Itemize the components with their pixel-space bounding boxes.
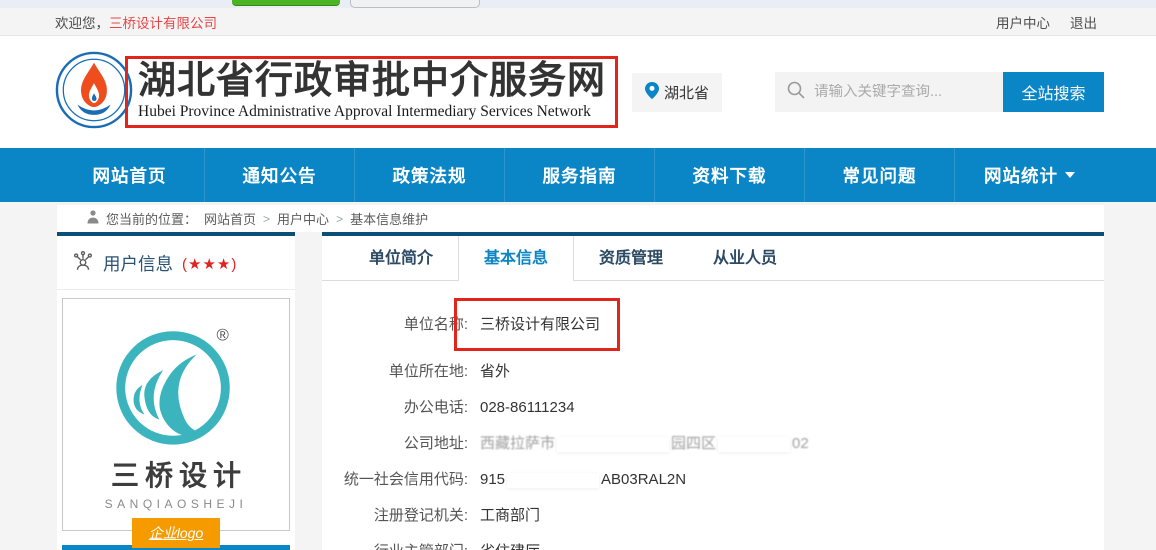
- region-label: 湖北省: [664, 82, 709, 103]
- field-label: 公司地址:: [322, 434, 468, 453]
- field-value: 工商部门: [480, 506, 540, 525]
- tab-staff[interactable]: 从业人员: [688, 236, 802, 280]
- tab-company-profile[interactable]: 单位简介: [344, 236, 458, 280]
- site-subtitle: Hubei Province Administrative Approval I…: [138, 103, 606, 121]
- field-value-redacted: 915 AB03RAL2N: [480, 470, 686, 489]
- field-value: 028-86111234: [480, 398, 575, 417]
- breadcrumb-basic-info[interactable]: 基本信息维护: [350, 209, 428, 228]
- person-icon: [87, 210, 99, 227]
- search-input[interactable]: [814, 84, 984, 100]
- welcome-company-name: 三桥设计有限公司: [109, 12, 217, 32]
- address-fragment: 西藏拉萨市: [480, 435, 555, 452]
- search-icon: [787, 81, 805, 104]
- field-value: 省住建厅: [480, 542, 540, 550]
- chevron-down-icon: [1065, 172, 1075, 178]
- redaction-patch: [557, 437, 669, 452]
- tab-basic-info[interactable]: 基本信息: [458, 236, 574, 281]
- field-label: 单位所在地:: [322, 362, 468, 381]
- field-value: 省外: [480, 362, 510, 381]
- field-industry-department: 行业主管部门: 省住建厅: [322, 542, 1104, 550]
- field-location: 单位所在地: 省外: [322, 362, 1104, 381]
- main-nav: 网站首页 通知公告 政策法规 服务指南 资料下载 常见问题 网站统计: [0, 148, 1156, 202]
- nav-item-stats[interactable]: 网站统计: [954, 148, 1104, 202]
- breadcrumb-separator: >: [336, 212, 343, 226]
- nav-item-faq[interactable]: 常见问题: [804, 148, 954, 202]
- site-search: 全站搜索: [775, 72, 1104, 112]
- nav-item-home[interactable]: 网站首页: [55, 148, 204, 202]
- user-network-icon: [72, 250, 94, 277]
- location-pin-icon: [645, 82, 659, 103]
- credit-code-prefix: 915: [480, 471, 505, 488]
- company-logo: ®: [102, 309, 250, 462]
- enterprise-logo-link[interactable]: 企业logo: [132, 518, 220, 548]
- nav-item-notices[interactable]: 通知公告: [204, 148, 354, 202]
- field-company-address: 公司地址: 西藏拉萨市 园四区 02: [322, 434, 1104, 453]
- field-credit-code: 统一社会信用代码: 915 AB03RAL2N: [322, 470, 1104, 489]
- company-logo-frame: ® 三桥设计 SANQIAOSHEJI 企业logo: [62, 298, 290, 531]
- field-label: 注册登记机关:: [322, 506, 468, 525]
- field-label: 行业主管部门:: [322, 542, 468, 550]
- title-annotation-box: 湖北省行政审批中介服务网 Hubei Province Administrati…: [125, 56, 618, 128]
- field-value: 三桥设计有限公司: [480, 315, 600, 334]
- logout-link[interactable]: 退出: [1070, 12, 1097, 32]
- redaction-patch: [507, 473, 599, 488]
- main-nav-inner: 网站首页 通知公告 政策法规 服务指南 资料下载 常见问题 网站统计: [55, 148, 1104, 202]
- breadcrumb-user-center[interactable]: 用户中心: [277, 209, 329, 228]
- breadcrumb: 您当前的位置： 网站首页 > 用户中心 > 基本信息维护: [57, 205, 1104, 232]
- browser-tab-fragment-gray: [350, 0, 480, 8]
- user-info-sidebar: 用户信息 (★★★) ® 三桥设计 SANQIAOSHEJI 企业logo: [57, 232, 295, 550]
- rating-stars: (★★★): [182, 255, 237, 273]
- region-selector[interactable]: 湖北省: [632, 73, 722, 112]
- field-label: 办公电话:: [322, 398, 468, 417]
- field-value-redacted: 西藏拉萨市 园四区 02: [480, 434, 809, 453]
- sidebar-title: 用户信息: [103, 251, 173, 276]
- company-logo-name: 三桥设计: [111, 454, 247, 494]
- search-button[interactable]: 全站搜索: [1003, 72, 1104, 112]
- field-label: 单位名称:: [322, 315, 468, 334]
- sidebar-header: 用户信息 (★★★): [57, 236, 295, 290]
- user-center-link[interactable]: 用户中心: [996, 12, 1050, 32]
- search-field[interactable]: [775, 72, 1003, 112]
- browser-chrome-fragment: [0, 0, 1156, 8]
- nav-item-downloads[interactable]: 资料下载: [654, 148, 804, 202]
- address-fragment: 02: [792, 435, 809, 452]
- breadcrumb-home[interactable]: 网站首页: [204, 209, 256, 228]
- basic-info-form: 单位名称: 三桥设计有限公司 单位所在地: 省外 办公电话: 028-86111…: [322, 281, 1104, 550]
- site-logo: [55, 51, 133, 134]
- basic-info-panel: 单位简介 基本信息 资质管理 从业人员 单位名称: 三桥设计有限公司 单位所在地…: [322, 232, 1104, 550]
- breadcrumb-prefix: 您当前的位置：: [106, 209, 197, 228]
- credit-code-suffix: AB03RAL2N: [601, 471, 686, 488]
- nav-item-guide[interactable]: 服务指南: [504, 148, 654, 202]
- site-header: 湖北省行政审批中介服务网 Hubei Province Administrati…: [0, 36, 1156, 148]
- field-registration-authority: 注册登记机关: 工商部门: [322, 506, 1104, 525]
- nav-item-policies[interactable]: 政策法规: [354, 148, 504, 202]
- welcome-label: 欢迎您，: [55, 12, 109, 32]
- redaction-patch: [718, 437, 790, 452]
- breadcrumb-separator: >: [263, 212, 270, 226]
- company-logo-subtext: SANQIAOSHEJI: [105, 497, 248, 511]
- tab-qualifications[interactable]: 资质管理: [574, 236, 688, 280]
- field-office-phone: 办公电话: 028-86111234: [322, 398, 1104, 417]
- address-fragment: 园四区: [671, 435, 716, 452]
- field-label: 统一社会信用代码:: [322, 470, 468, 489]
- registered-mark: ®: [216, 326, 229, 345]
- top-bar: 欢迎您， 三桥设计有限公司 用户中心 退出: [0, 8, 1156, 36]
- panel-tabs: 单位简介 基本信息 资质管理 从业人员: [322, 236, 1104, 281]
- nav-item-stats-label: 网站统计: [984, 163, 1058, 188]
- browser-tab-fragment-green: [232, 0, 340, 6]
- site-title: 湖北省行政审批中介服务网: [138, 60, 606, 103]
- content-area: 用户信息 (★★★) ® 三桥设计 SANQIAOSHEJI 企业logo 单位…: [57, 232, 1104, 550]
- field-company-name: 单位名称: 三桥设计有限公司: [322, 315, 1104, 334]
